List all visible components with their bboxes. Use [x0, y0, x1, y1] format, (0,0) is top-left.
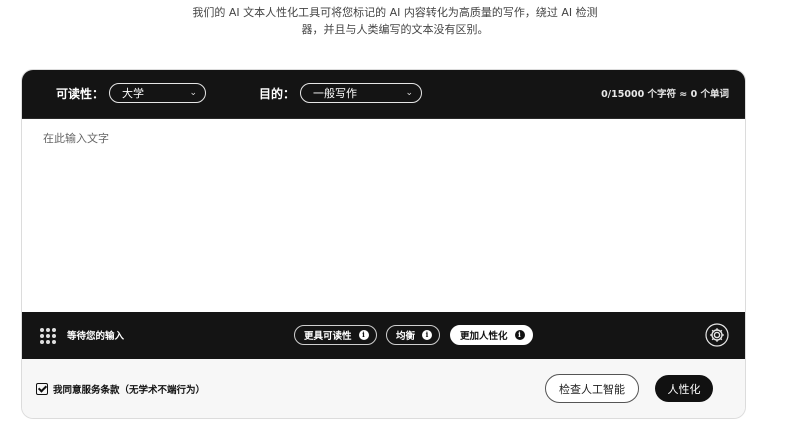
grid-dots-icon — [40, 328, 56, 344]
terms-agreement[interactable]: 我同意服务条款（无学术不端行为） — [36, 382, 205, 396]
purpose-value: 一般写作 — [313, 87, 357, 100]
options-bar: 可读性： 大学 ⌄ 目的： 一般写作 ⌄ 0/15000 个字符 ≈ 0 个单词 — [22, 70, 745, 118]
intro-text: 我们的 AI 文本人性化工具可将您标记的 AI 内容转化为高质量的写作，绕过 A… — [160, 4, 630, 38]
mode-balanced-button[interactable]: 均衡 i — [386, 325, 441, 345]
humanizer-card: 可读性： 大学 ⌄ 目的： 一般写作 ⌄ 0/15000 个字符 ≈ 0 个单词… — [21, 69, 746, 419]
mode-label: 更加人性化 — [460, 331, 508, 342]
humanize-button[interactable]: 人性化 — [655, 375, 713, 402]
purpose-select[interactable]: 一般写作 ⌄ — [300, 83, 422, 103]
readability-label: 可读性： — [56, 87, 105, 101]
intro-line-1: 我们的 AI 文本人性化工具可将您标记的 AI 内容转化为高质量的写作，绕过 A… — [192, 6, 598, 19]
mode-label: 更具可读性 — [304, 331, 352, 342]
character-counter: 0/15000 个字符 ≈ 0 个单词 — [601, 89, 729, 100]
mode-label: 均衡 — [396, 331, 416, 342]
purpose-label: 目的： — [259, 87, 296, 101]
mode-bar: 等待您的输入 更具可读性 i 均衡 i 更加人性化 i — [22, 312, 745, 359]
mode-more-human-button[interactable]: 更加人性化 i — [450, 325, 533, 345]
settings-gear-icon[interactable] — [705, 323, 729, 347]
readability-select[interactable]: 大学 ⌄ — [109, 83, 206, 103]
readability-value: 大学 — [122, 87, 144, 100]
input-placeholder: 在此输入文字 — [43, 132, 109, 145]
terms-checkbox[interactable] — [36, 383, 48, 395]
intro-line-2: 器，并且与人类编写的文本没有区别。 — [301, 23, 489, 36]
mode-more-readable-button[interactable]: 更具可读性 i — [294, 325, 377, 345]
action-footer: 我同意服务条款（无学术不端行为） 检查人工智能 人性化 — [22, 359, 745, 418]
check-ai-button[interactable]: 检查人工智能 — [545, 374, 639, 403]
info-icon[interactable]: i — [422, 330, 433, 340]
terms-label: 我同意服务条款（无学术不端行为） — [53, 385, 206, 396]
info-icon[interactable]: i — [358, 330, 369, 340]
info-icon[interactable]: i — [514, 330, 525, 340]
status-text: 等待您的输入 — [67, 331, 125, 342]
chevron-down-icon: ⌄ — [405, 88, 413, 98]
chevron-down-icon: ⌄ — [189, 88, 197, 98]
text-input-area[interactable]: 在此输入文字 — [22, 118, 745, 312]
